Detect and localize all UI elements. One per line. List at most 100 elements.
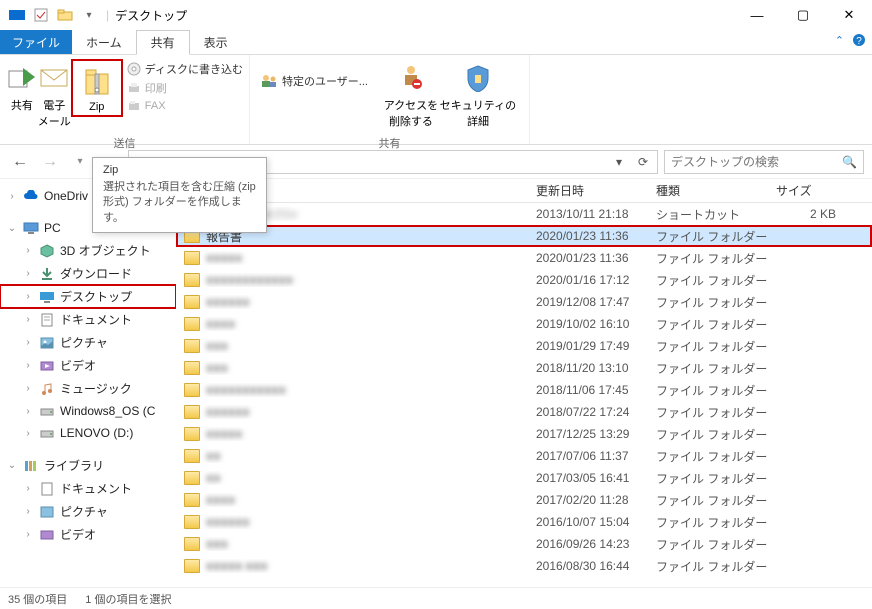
qat-newfolder-icon[interactable]: [54, 4, 76, 26]
forward-button[interactable]: →: [38, 150, 62, 174]
tree-lib-videos[interactable]: ›ビデオ: [0, 523, 176, 546]
tab-home[interactable]: ホーム: [72, 30, 136, 54]
file-type: ファイル フォルダー: [656, 294, 776, 311]
zip-button[interactable]: Zip: [75, 63, 119, 113]
specific-users-label: 特定のユーザー...: [282, 73, 368, 89]
table-row[interactable]: ■■■2016/09/26 14:23ファイル フォルダー: [176, 533, 872, 555]
document-icon: [39, 312, 55, 328]
table-row[interactable]: ■■■■■ ■■■2016/08/30 16:44ファイル フォルダー: [176, 555, 872, 577]
table-row[interactable]: ■■■■2019/10/02 16:10ファイル フォルダー: [176, 313, 872, 335]
email-button[interactable]: 電子 メール: [38, 59, 71, 129]
tab-file[interactable]: ファイル: [0, 30, 72, 54]
recent-dropdown-icon[interactable]: ▾: [68, 150, 92, 174]
file-name: ■■■: [206, 339, 228, 353]
maximize-button[interactable]: ▢: [780, 0, 826, 30]
col-date[interactable]: 更新日時: [536, 182, 656, 199]
file-date: 2013/10/11 21:18: [536, 207, 656, 221]
advanced-security-button[interactable]: セキュリティの 詳細: [442, 59, 514, 129]
table-row[interactable]: ■■■■■■2016/10/07 15:04ファイル フォルダー: [176, 511, 872, 533]
file-date: 2016/09/26 14:23: [536, 537, 656, 551]
file-date: 2017/02/20 11:28: [536, 493, 656, 507]
file-type: ファイル フォルダー: [656, 558, 776, 575]
tree-label: LENOVO (D:): [60, 426, 133, 440]
status-selection: 1 個の項目を選択: [85, 591, 171, 607]
tab-view[interactable]: 表示: [190, 30, 242, 54]
search-icon[interactable]: 🔍: [842, 155, 857, 169]
file-date: 2018/11/20 13:10: [536, 361, 656, 375]
printer-icon: [127, 81, 141, 95]
disc-icon: [127, 62, 141, 76]
ribbon-collapse-icon[interactable]: ⌃: [835, 34, 844, 47]
folder-icon: [184, 471, 200, 485]
file-type: ファイル フォルダー: [656, 228, 776, 245]
table-row[interactable]: ■■■■■2017/12/25 13:29ファイル フォルダー: [176, 423, 872, 445]
close-button[interactable]: ✕: [826, 0, 872, 30]
tree-label: Windows8_OS (C: [60, 404, 155, 418]
tree-lib-documents[interactable]: ›ドキュメント: [0, 477, 176, 500]
tree-music[interactable]: ›ミュージック: [0, 377, 176, 400]
tree-downloads[interactable]: ›ダウンロード: [0, 262, 176, 285]
qat-properties-icon[interactable]: [30, 4, 52, 26]
library-icon: [23, 458, 39, 474]
tree-3d-objects[interactable]: ›3D オブジェクト: [0, 239, 176, 262]
specific-users-button[interactable]: 特定のユーザー...: [260, 73, 368, 89]
titlebar: ▾ | デスクトップ — ▢ ✕: [0, 0, 872, 30]
fax-button[interactable]: FAX: [127, 99, 243, 113]
body: ›OneDriv ⌄PC ›3D オブジェクト ›ダウンロード ›デスクトップ …: [0, 179, 872, 587]
refresh-icon[interactable]: ⟳: [633, 155, 653, 169]
table-row[interactable]: ■■■■■■■■■■■2018/11/06 17:45ファイル フォルダー: [176, 379, 872, 401]
file-type: ファイル フォルダー: [656, 272, 776, 289]
file-type: ファイル フォルダー: [656, 404, 776, 421]
file-date: 2018/07/22 17:24: [536, 405, 656, 419]
download-icon: [39, 266, 55, 282]
table-row[interactable]: ■■■2018/11/20 13:10ファイル フォルダー: [176, 357, 872, 379]
ribbon: 共有 電子 メール Zip ディスクに書き込む 印刷 FAX 送信 特: [0, 55, 872, 145]
file-date: 2019/01/29 17:49: [536, 339, 656, 353]
share-button[interactable]: 共有: [6, 59, 38, 113]
folder-icon: [184, 361, 200, 375]
remove-access-button[interactable]: アクセスを 削除する: [380, 59, 442, 129]
table-row[interactable]: ■■■2019/01/29 17:49ファイル フォルダー: [176, 335, 872, 357]
file-name: ■■: [206, 471, 221, 485]
search-box[interactable]: 🔍: [664, 150, 864, 174]
search-input[interactable]: [671, 155, 838, 169]
col-type[interactable]: 種類: [656, 182, 776, 199]
table-row[interactable]: ■■2017/03/05 16:41ファイル フォルダー: [176, 467, 872, 489]
table-row[interactable]: ■■■■■■2018/07/22 17:24ファイル フォルダー: [176, 401, 872, 423]
file-type: ファイル フォルダー: [656, 316, 776, 333]
table-row[interactable]: ■■■■■2020/01/23 11:36ファイル フォルダー: [176, 247, 872, 269]
tree-pictures[interactable]: ›ピクチャ: [0, 331, 176, 354]
tree-desktop[interactable]: ›デスクトップ: [0, 285, 176, 308]
help-icon[interactable]: ?: [852, 33, 866, 47]
tree-label: PC: [44, 221, 61, 235]
file-name: ■■■■■■■■■■■■: [206, 273, 293, 287]
zip-icon: [83, 65, 111, 99]
qat-dropdown-icon[interactable]: ▾: [78, 4, 100, 26]
table-row[interactable]: ■■2017/07/06 11:37ファイル フォルダー: [176, 445, 872, 467]
table-row[interactable]: 報告書2020/01/23 11:36ファイル フォルダー: [176, 225, 872, 247]
file-type: ファイル フォルダー: [656, 448, 776, 465]
minimize-button[interactable]: —: [734, 0, 780, 30]
table-row[interactable]: ■■■■■■■■■■■■2020/01/16 17:12ファイル フォルダー: [176, 269, 872, 291]
tab-share[interactable]: 共有: [136, 30, 190, 55]
address-dropdown-icon[interactable]: ▾: [609, 155, 629, 169]
tree-libraries[interactable]: ⌄ライブラリ: [0, 454, 176, 477]
divider: |: [106, 8, 109, 22]
table-row[interactable]: ■■■■■■2019/12/08 17:47ファイル フォルダー: [176, 291, 872, 313]
music-icon: [39, 381, 55, 397]
tree-documents[interactable]: ›ドキュメント: [0, 308, 176, 331]
tree-label: ミュージック: [60, 380, 132, 397]
tree-drive-d[interactable]: ›LENOVO (D:): [0, 422, 176, 444]
folder-icon: [184, 317, 200, 331]
tree-drive-c[interactable]: ›Windows8_OS (C: [0, 400, 176, 422]
tree-lib-pictures[interactable]: ›ピクチャ: [0, 500, 176, 523]
table-row[interactable]: ■■■■2017/02/20 11:28ファイル フォルダー: [176, 489, 872, 511]
print-button[interactable]: 印刷: [127, 80, 243, 96]
file-type: ファイル フォルダー: [656, 382, 776, 399]
back-button[interactable]: ←: [8, 150, 32, 174]
file-name: ■■■: [206, 537, 228, 551]
col-size[interactable]: サイズ: [776, 182, 836, 199]
burn-disc-button[interactable]: ディスクに書き込む: [127, 61, 243, 77]
tree-videos[interactable]: ›ビデオ: [0, 354, 176, 377]
table-row[interactable]: ■■■■■■■■er2Go2013/10/11 21:18ショートカット2 KB: [176, 203, 872, 225]
